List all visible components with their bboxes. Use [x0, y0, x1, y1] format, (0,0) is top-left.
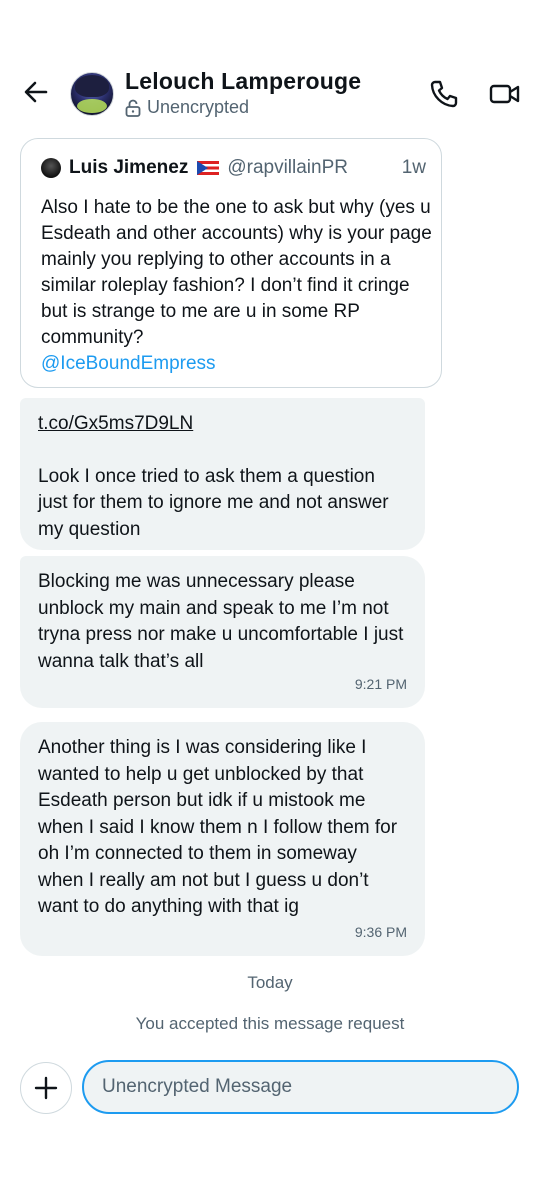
message-link[interactable]: t.co/Gx5ms7D9LN: [38, 411, 407, 438]
quoted-author-avatar: [41, 158, 61, 178]
unlocked-padlock-icon: [125, 99, 141, 117]
quoted-author-name: Luis Jimenez: [69, 157, 189, 178]
system-message: You accepted this message request: [135, 1014, 405, 1033]
quoted-post-card[interactable]: Luis Jimenez @rapvillainPR 1w Also I hat…: [20, 138, 442, 388]
puerto-rico-flag-icon: [197, 161, 220, 175]
message-text: Blocking me was unnecessary please unblo…: [38, 571, 404, 672]
message-text: Look I once tried to ask them a question…: [38, 465, 389, 540]
phone-icon[interactable]: [428, 78, 460, 110]
encryption-status: Unencrypted: [125, 97, 249, 118]
add-attachment-button[interactable]: [20, 1062, 72, 1114]
message-text: Another thing is I was considering like …: [38, 737, 398, 917]
video-camera-icon[interactable]: [489, 80, 521, 108]
quoted-post-text: Also I hate to be the one to ask but why…: [41, 195, 433, 377]
message-timestamp: 9:36 PM: [354, 923, 407, 940]
message-bubble[interactable]: Blocking me was unnecessary please unblo…: [20, 556, 425, 708]
quoted-author-handle: @rapvillainPR: [227, 157, 348, 178]
message-bubble[interactable]: Another thing is I was considering like …: [20, 722, 425, 956]
mention-link[interactable]: @IceBoundEmpress: [41, 351, 433, 377]
quoted-post-header: Luis Jimenez @rapvillainPR 1w: [41, 157, 426, 179]
conversation-header: Lelouch Lamperouge Unencrypted: [0, 0, 540, 140]
quoted-post-body: Also I hate to be the one to ask but why…: [41, 197, 432, 348]
quoted-post-time: 1w: [401, 157, 426, 178]
message-bubble[interactable]: t.co/Gx5ms7D9LN Look I once tried to ask…: [20, 398, 425, 550]
encryption-label: Unencrypted: [147, 97, 250, 117]
message-timestamp: 9:21 PM: [354, 675, 407, 692]
contact-name[interactable]: Lelouch Lamperouge: [125, 68, 361, 95]
contact-avatar[interactable]: [70, 72, 114, 116]
message-input[interactable]: [82, 1060, 519, 1114]
back-arrow-icon[interactable]: [22, 78, 50, 106]
plus-icon: [34, 1076, 58, 1100]
day-separator: Today: [247, 973, 293, 992]
